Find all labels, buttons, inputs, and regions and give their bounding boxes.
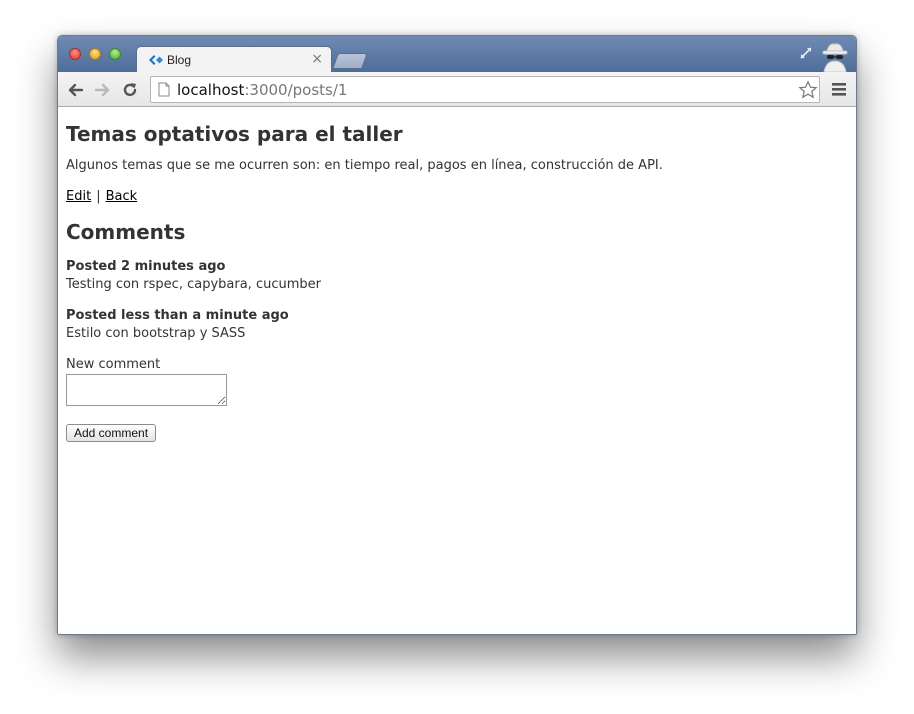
post-actions: Edit | Back xyxy=(66,189,137,204)
edit-link[interactable]: Edit xyxy=(66,189,91,204)
add-comment-button[interactable]: Add comment xyxy=(66,424,157,442)
fullscreen-icon[interactable] xyxy=(798,45,814,61)
browser-window: Blog × localhost:3000/posts/1 Temas opta… xyxy=(57,35,857,635)
comment-meta: Posted 2 minutes ago xyxy=(66,259,226,274)
site-favicon-icon xyxy=(149,55,163,65)
browser-toolbar: localhost:3000/posts/1 xyxy=(58,72,856,107)
tab-blog[interactable]: Blog × xyxy=(136,46,332,73)
menu-icon[interactable] xyxy=(832,83,846,96)
comment-item: Posted 2 minutes ago Testing con rspec, … xyxy=(66,258,666,294)
comment-textarea[interactable] xyxy=(66,374,227,406)
bookmark-star-icon[interactable] xyxy=(798,80,818,100)
comment-text: Testing con rspec, capybara, cucumber xyxy=(66,277,321,292)
minimize-window-button[interactable] xyxy=(89,48,101,60)
forward-arrow-icon[interactable] xyxy=(92,80,112,100)
close-window-button[interactable] xyxy=(69,48,81,60)
post-title: Temas optativos para el taller xyxy=(66,122,403,146)
reload-icon[interactable] xyxy=(120,80,140,100)
title-bar: Blog × xyxy=(58,36,856,73)
tab-title: Blog xyxy=(167,53,192,67)
tab-close-icon[interactable]: × xyxy=(311,51,323,67)
comments-heading: Comments xyxy=(66,220,186,244)
new-tab-button[interactable] xyxy=(332,53,368,69)
new-comment-label: New comment xyxy=(66,357,161,372)
page-icon xyxy=(158,82,170,97)
comment-text: Estilo con bootstrap y SASS xyxy=(66,326,246,341)
post-body: Algunos temas que se me ocurren son: en … xyxy=(66,158,663,173)
incognito-icon xyxy=(822,43,848,72)
back-arrow-icon[interactable] xyxy=(66,80,86,100)
back-link[interactable]: Back xyxy=(106,189,138,204)
zoom-window-button[interactable] xyxy=(109,48,121,60)
comment-item: Posted less than a minute ago Estilo con… xyxy=(66,307,666,343)
url-text[interactable]: localhost:3000/posts/1 xyxy=(177,81,347,99)
address-bar[interactable]: localhost:3000/posts/1 xyxy=(150,76,820,103)
comment-meta: Posted less than a minute ago xyxy=(66,308,289,323)
link-separator: | xyxy=(96,189,101,204)
